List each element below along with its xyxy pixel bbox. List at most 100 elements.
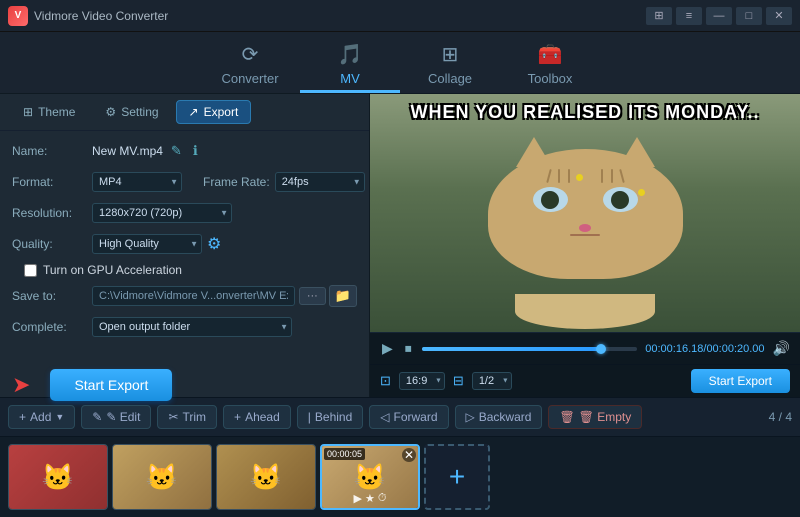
resolution-row: Resolution: 1280x720 (720p): [12, 201, 357, 225]
converter-icon: ⟳: [242, 42, 259, 67]
complete-row: Complete: Open output folder: [12, 315, 357, 339]
clip-star-icon: ★: [365, 492, 375, 505]
clip-time-badge: 00:00:05: [324, 448, 365, 460]
progress-bar[interactable]: [422, 347, 637, 351]
backward-icon: ▷: [466, 410, 475, 424]
tab-converter[interactable]: ⟳ Converter: [200, 37, 300, 93]
cat-ear-right: [619, 137, 655, 167]
title-bar-left: V Vidmore Video Converter: [8, 6, 168, 26]
empty-button[interactable]: 🗑 🗑 Empty: [548, 405, 642, 429]
play-button[interactable]: ▶: [380, 338, 395, 359]
sub-tab-theme[interactable]: ⊞ Theme: [10, 100, 88, 124]
complete-label: Complete:: [12, 320, 92, 334]
form-area: Name: New MV.mp4 ✎ ℹ Format: MP4 Frame R…: [0, 131, 369, 354]
gpu-label: Turn on GPU Acceleration: [43, 263, 182, 277]
ahead-button[interactable]: + Ahead: [223, 405, 291, 429]
timeline-clip-4[interactable]: 🐱 00:00:05 ▶ ★ ⏱ ✕: [320, 444, 420, 510]
saveto-input[interactable]: [92, 286, 295, 306]
backward-button[interactable]: ▷ Backward: [455, 405, 543, 429]
format-label: Format:: [12, 175, 92, 189]
clip-controls: ▶ ★ ⏱: [354, 492, 387, 505]
saveto-label: Save to:: [12, 289, 92, 303]
browse-dots-button[interactable]: ···: [299, 287, 326, 305]
sub-tab-setting[interactable]: ⚙ Setting: [92, 100, 171, 124]
meme-text: WHEN YOU REALISED ITS MONDAY..: [370, 102, 800, 123]
cat-ear-left: [516, 137, 552, 167]
player-bottom: ⊡ 16:9 4:3 1:1 ⊟ 1/2 2/2 Start Export: [370, 364, 800, 397]
tab-mv[interactable]: 🎵 MV: [300, 37, 400, 93]
format-select[interactable]: MP4: [92, 172, 182, 192]
aspect-ratio-select[interactable]: 16:9 4:3 1:1: [399, 372, 445, 390]
timeline-clip-3[interactable]: 🐱: [216, 444, 316, 510]
edit-button[interactable]: ✎ ✎ Edit: [81, 405, 151, 429]
gpu-checkbox[interactable]: [24, 264, 37, 277]
minimize-button[interactable]: —: [706, 7, 732, 25]
start-export-right-button[interactable]: Start Export: [691, 369, 790, 393]
timeline-clip-2[interactable]: 🐱: [112, 444, 212, 510]
ahead-label: Ahead: [245, 410, 280, 424]
cat-head: [488, 149, 683, 279]
clip-count: 4 / 4: [769, 410, 792, 424]
progress-handle[interactable]: [596, 344, 606, 354]
sub-tab-export[interactable]: ↗ Export: [176, 100, 252, 124]
resolution-value-group: 1280x720 (720p): [92, 203, 357, 223]
resolution-select[interactable]: 1280x720 (720p): [92, 203, 232, 223]
behind-button[interactable]: | Behind: [297, 405, 364, 429]
clip-close-button[interactable]: ✕: [402, 448, 416, 462]
add-clip-icon: +: [449, 461, 465, 493]
main-content: ⊞ Theme ⚙ Setting ↗ Export Name: New MV.…: [0, 94, 800, 397]
sub-tab-setting-label: Setting: [121, 105, 158, 119]
left-panel: ⊞ Theme ⚙ Setting ↗ Export Name: New MV.…: [0, 94, 370, 397]
menu2-button[interactable]: ≡: [676, 7, 702, 25]
tab-collage-label: Collage: [428, 71, 472, 86]
video-preview: WHEN YOU REALISED ITS MONDAY..: [370, 94, 800, 332]
theme-icon: ⊞: [23, 105, 33, 119]
add-dropdown-icon: ▼: [55, 412, 64, 422]
saveto-row: Save to: ··· 📁: [12, 284, 357, 308]
edit-name-button[interactable]: ✎: [168, 142, 185, 160]
thumb-content-2: 🐱: [113, 445, 211, 509]
format-select-wrap: MP4: [92, 172, 182, 192]
export-btn-area: ➤ Start Export: [0, 359, 369, 411]
clip-clock-icon: ⏱: [378, 492, 387, 505]
name-value-group: New MV.mp4 ✎ ℹ: [92, 142, 357, 160]
start-export-button[interactable]: Start Export: [50, 369, 172, 401]
trim-button[interactable]: ✂ Trim: [157, 405, 217, 429]
setting-icon: ⚙: [105, 105, 116, 119]
add-clip-button[interactable]: +: [424, 444, 490, 510]
timeline-clip-1[interactable]: 🐱: [8, 444, 108, 510]
marker-dot-1: [576, 174, 583, 181]
marker-dot-2: [638, 189, 645, 196]
aspect-ratio-wrap: 16:9 4:3 1:1: [399, 372, 445, 390]
complete-select-wrap: Open output folder: [92, 317, 292, 337]
nav-tabs: ⟳ Converter 🎵 MV ⊞ Collage 🧰 Toolbox: [0, 32, 800, 94]
sub-tab-theme-label: Theme: [38, 105, 75, 119]
forward-icon: ◁: [380, 410, 389, 424]
quality-select-wrap: High Quality: [92, 234, 202, 254]
open-folder-button[interactable]: 📁: [329, 285, 357, 307]
video-frame: WHEN YOU REALISED ITS MONDAY..: [370, 94, 800, 332]
collage-icon: ⊞: [442, 42, 459, 67]
tab-collage[interactable]: ⊞ Collage: [400, 37, 500, 93]
complete-value-group: Open output folder: [92, 317, 357, 337]
maximize-button[interactable]: □: [736, 7, 762, 25]
forward-button[interactable]: ◁ Forward: [369, 405, 448, 429]
clip-play-icon: ▶: [354, 492, 362, 505]
quality-row: Quality: High Quality ⚙: [12, 232, 357, 256]
quality-settings-icon[interactable]: ⚙: [207, 234, 221, 254]
behind-label: Behind: [315, 410, 352, 424]
volume-button[interactable]: 🔊: [773, 340, 790, 357]
name-value: New MV.mp4: [92, 144, 163, 158]
menu1-button[interactable]: ⊞: [646, 7, 672, 25]
info-button[interactable]: ℹ: [190, 142, 201, 160]
close-button[interactable]: ✕: [766, 7, 792, 25]
stop-button[interactable]: ⏹: [403, 338, 414, 359]
empty-label: 🗑 Empty: [579, 410, 632, 424]
quality-select[interactable]: High Quality: [92, 234, 202, 254]
complete-select[interactable]: Open output folder: [92, 317, 292, 337]
tab-toolbox[interactable]: 🧰 Toolbox: [500, 37, 600, 93]
frame-rate-select[interactable]: 24fps: [275, 172, 365, 192]
cat-eye-left: [533, 187, 568, 212]
add-button[interactable]: + Add ▼: [8, 405, 75, 429]
page-select[interactable]: 1/2 2/2: [472, 372, 512, 390]
